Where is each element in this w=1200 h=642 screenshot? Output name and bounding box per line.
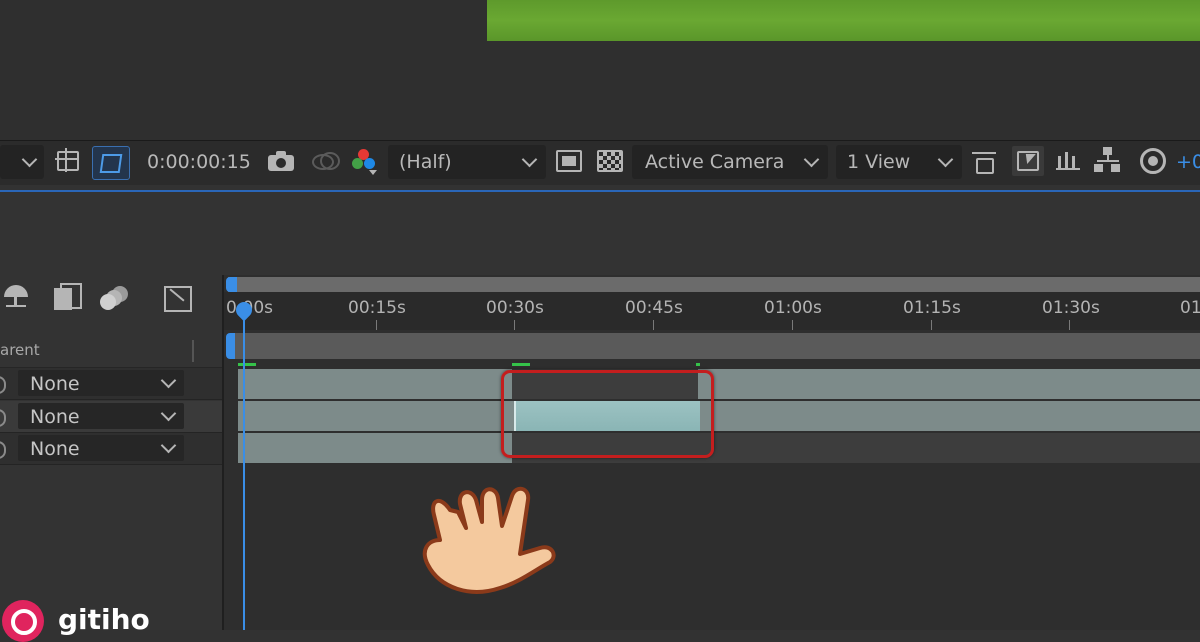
timeline-icon[interactable] — [1056, 148, 1084, 174]
checkerboard-icon[interactable] — [597, 150, 623, 172]
composition-duration-bar — [234, 333, 1200, 359]
show-snapshot-icon[interactable] — [310, 148, 340, 174]
color-channels-icon[interactable] — [352, 147, 380, 177]
ruler-label: 01:30s — [1042, 298, 1100, 318]
parent-column-header[interactable]: arent — [0, 341, 40, 359]
ruler-label: 01:00s — [764, 298, 822, 318]
reset-exposure-icon[interactable] — [1140, 148, 1166, 174]
column-separator[interactable] — [192, 340, 194, 362]
parent-value: None — [30, 373, 80, 395]
pointing-hand-icon — [422, 486, 556, 594]
ruler-tick — [931, 320, 932, 330]
resolution-dropdown[interactable]: (Half) — [388, 145, 546, 179]
parent-pick-whip-icon[interactable] — [0, 409, 6, 427]
view-layout-value: 1 View — [847, 151, 911, 173]
keyframe-marker — [238, 363, 256, 366]
ruler-label: 00:30s — [486, 298, 544, 318]
camera-view-value: Active Camera — [645, 151, 785, 173]
ruler-label: 01:15s — [903, 298, 961, 318]
view-layout-dropdown[interactable]: 1 View — [836, 145, 962, 179]
ruler-tick — [792, 320, 793, 330]
layer-duration-bar[interactable] — [238, 433, 512, 463]
parent-value: None — [30, 438, 80, 460]
parent-value: None — [30, 406, 80, 428]
ruler-label: 01:4 — [1180, 298, 1200, 318]
keyframe-marker — [696, 363, 700, 366]
composition-start-marker — [226, 333, 235, 359]
flowchart-icon[interactable] — [1094, 147, 1122, 175]
region-of-interest-icon[interactable] — [55, 148, 81, 174]
shy-icon[interactable] — [2, 285, 32, 309]
ruler-tick — [653, 320, 654, 330]
exposure-value[interactable]: +0 — [1176, 145, 1200, 179]
work-area-start-handle[interactable] — [226, 277, 237, 292]
ruler-tick — [376, 320, 377, 330]
resolution-value: (Half) — [399, 151, 452, 173]
fast-previews-icon[interactable] — [1012, 146, 1044, 176]
parent-pick-whip-icon[interactable] — [0, 441, 6, 459]
snapshot-camera-icon[interactable] — [268, 150, 296, 172]
chevron-down-icon — [937, 151, 954, 168]
layer-row[interactable]: None — [0, 368, 222, 400]
toggle-mask-icon[interactable] — [556, 150, 582, 172]
chevron-down-icon — [21, 151, 38, 168]
parent-pick-whip-icon[interactable] — [0, 376, 6, 394]
chevron-down-icon — [521, 151, 538, 168]
ruler-tick — [514, 320, 515, 330]
layer-duration-bar[interactable] — [238, 401, 1200, 431]
layer-duration-bar[interactable] — [238, 369, 1200, 399]
composition-preview-image — [487, 0, 1200, 41]
transparency-grid-icon[interactable] — [92, 146, 130, 180]
motion-blur-icon[interactable] — [100, 284, 132, 312]
magnification-dropdown[interactable] — [0, 145, 44, 179]
layer-row[interactable]: None — [0, 401, 222, 433]
gitiho-logo-icon — [2, 600, 44, 642]
work-area-bar[interactable] — [228, 277, 1200, 292]
current-time-display[interactable]: 0:00:00:15 — [147, 145, 251, 179]
brand-name: gitiho — [58, 603, 150, 636]
frame-blending-icon[interactable] — [52, 283, 82, 311]
ruler-tick — [1069, 320, 1070, 330]
chevron-down-icon — [803, 151, 820, 168]
playhead-line[interactable] — [243, 305, 245, 630]
highlight-annotation — [501, 370, 714, 458]
layer-row[interactable]: None — [0, 433, 222, 465]
camera-view-dropdown[interactable]: Active Camera — [632, 145, 828, 179]
graph-editor-icon[interactable] — [162, 283, 192, 312]
ruler-label: 00:45s — [625, 298, 683, 318]
keyframe-marker — [512, 363, 530, 366]
pixel-aspect-icon[interactable] — [970, 148, 1000, 174]
ruler-label: 00:15s — [348, 298, 406, 318]
